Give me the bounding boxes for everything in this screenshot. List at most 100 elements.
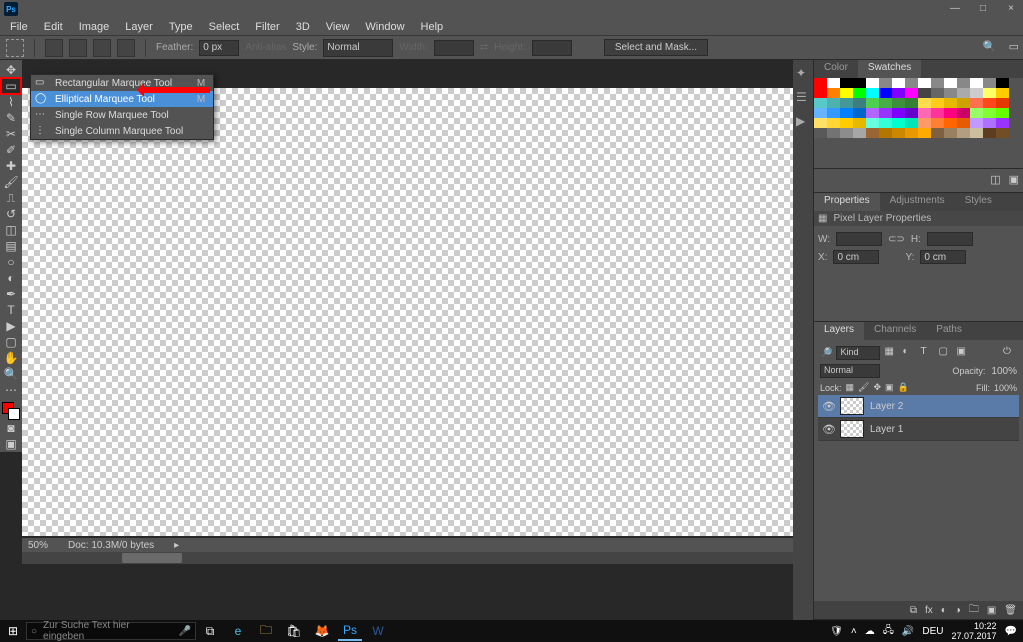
tray-chevron-up-icon[interactable]: ˄ <box>851 626 857 637</box>
delete-layer-icon[interactable]: 🗑 <box>1004 605 1017 616</box>
swatch[interactable] <box>814 128 827 138</box>
tray-clock[interactable]: 10:22 27.07.2017 <box>952 621 997 641</box>
libraries-icon[interactable]: ◫ <box>990 173 1000 186</box>
eyedropper-tool[interactable]: ✐ <box>1 142 21 158</box>
tab-layers[interactable]: Layers <box>814 322 864 340</box>
new-group-icon[interactable]: 🗀 <box>969 602 979 619</box>
swatch[interactable] <box>918 108 931 118</box>
swatch[interactable] <box>905 108 918 118</box>
lasso-tool[interactable]: ⌇ <box>1 94 21 110</box>
swatch[interactable] <box>944 98 957 108</box>
swatch[interactable] <box>879 78 892 88</box>
swatch[interactable] <box>918 128 931 138</box>
swatch[interactable] <box>970 98 983 108</box>
opacity-value[interactable]: 100% <box>991 366 1017 377</box>
tab-color[interactable]: Color <box>814 60 858 78</box>
tab-styles[interactable]: Styles <box>955 193 1002 211</box>
swatch[interactable] <box>957 108 970 118</box>
tray-language[interactable]: DEU <box>922 626 943 637</box>
flyout-single-column-marquee[interactable]: ⋮ Single Column Marquee Tool <box>31 123 213 139</box>
layer-name[interactable]: Layer 2 <box>870 401 903 412</box>
swatch[interactable] <box>905 78 918 88</box>
swatch[interactable] <box>853 108 866 118</box>
menu-file[interactable]: File <box>2 21 36 33</box>
swatch[interactable] <box>996 118 1009 128</box>
doc-info[interactable]: Doc: 10.3M/0 bytes <box>68 540 154 551</box>
quickmask-tool[interactable]: ◙ <box>1 420 21 436</box>
layer-row[interactable]: 👁 Layer 1 <box>818 418 1019 441</box>
swatch[interactable] <box>840 98 853 108</box>
swatch[interactable] <box>853 118 866 128</box>
history-panel-icon[interactable]: ✦ <box>796 66 810 80</box>
swatch[interactable] <box>866 88 879 98</box>
menu-help[interactable]: Help <box>413 21 452 33</box>
filter-shape-icon[interactable]: ▢ <box>938 346 952 360</box>
visibility-icon[interactable]: 👁 <box>822 423 834 436</box>
new-swatch-icon[interactable]: ▣ <box>1009 173 1019 186</box>
swatch[interactable] <box>957 88 970 98</box>
workspace-icon[interactable]: ▭ <box>1009 40 1019 53</box>
filter-adjust-icon[interactable]: ◐ <box>902 346 916 360</box>
swatch[interactable] <box>840 88 853 98</box>
swatch[interactable] <box>866 98 879 108</box>
new-adjustment-icon[interactable]: ◑ <box>955 605 961 616</box>
taskbar-app-photoshop[interactable]: Ps <box>338 621 362 641</box>
lock-position-icon[interactable]: ✥ <box>873 382 881 393</box>
swatch[interactable] <box>814 88 827 98</box>
swatch[interactable] <box>918 98 931 108</box>
swatch[interactable] <box>931 98 944 108</box>
taskbar-app-explorer[interactable]: 🗀 <box>254 621 278 641</box>
layer-mask-icon[interactable]: ◐ <box>941 605 947 616</box>
selection-new-button[interactable] <box>45 39 63 57</box>
swatch[interactable] <box>853 128 866 138</box>
swatch[interactable] <box>983 78 996 88</box>
selection-subtract-button[interactable] <box>93 39 111 57</box>
swatch[interactable] <box>996 78 1009 88</box>
current-tool-icon[interactable] <box>6 39 24 57</box>
horizontal-scrollbar[interactable] <box>22 552 807 564</box>
search-icon[interactable]: 🔍 <box>983 40 997 53</box>
lock-transparent-icon[interactable]: ▦ <box>846 382 855 393</box>
height-input[interactable] <box>927 232 973 246</box>
flyout-elliptical-marquee[interactable]: ◯ Elliptical Marquee Tool M <box>31 91 213 107</box>
swatch[interactable] <box>970 108 983 118</box>
flyout-single-row-marquee[interactable]: ⋯ Single Row Marquee Tool <box>31 107 213 123</box>
swatch[interactable] <box>970 88 983 98</box>
swatch[interactable] <box>944 88 957 98</box>
x-input[interactable] <box>833 250 879 264</box>
swatch[interactable] <box>957 128 970 138</box>
style-dropdown[interactable]: Normal <box>323 39 393 57</box>
swatch[interactable] <box>840 108 853 118</box>
swatch[interactable] <box>866 128 879 138</box>
swatches-grid[interactable] <box>814 78 1014 168</box>
task-view-button[interactable]: ⧉ <box>198 621 222 641</box>
zoom-level[interactable]: 50% <box>28 540 48 551</box>
swatch[interactable] <box>983 98 996 108</box>
swatch[interactable] <box>840 128 853 138</box>
link-layers-icon[interactable]: ⧉ <box>910 605 917 616</box>
filter-smart-icon[interactable]: ▣ <box>956 346 970 360</box>
background-color[interactable] <box>8 408 20 420</box>
menu-type[interactable]: Type <box>161 21 201 33</box>
swatch[interactable] <box>879 118 892 128</box>
quick-select-tool[interactable]: ✎ <box>1 110 21 126</box>
swatch[interactable] <box>827 108 840 118</box>
fill-value[interactable]: 100% <box>994 383 1017 393</box>
swatch[interactable] <box>996 88 1009 98</box>
canvas[interactable] <box>22 88 807 536</box>
swatch[interactable] <box>918 88 931 98</box>
blur-tool[interactable]: ○ <box>1 254 21 270</box>
swatch[interactable] <box>866 118 879 128</box>
link-wh-icon[interactable]: ⊂⊃ <box>888 234 905 245</box>
swatch[interactable] <box>814 108 827 118</box>
shape-tool[interactable]: ▢ <box>1 334 21 350</box>
tab-properties[interactable]: Properties <box>814 193 880 211</box>
swatch[interactable] <box>905 128 918 138</box>
filter-kind-dropdown[interactable]: Kind <box>836 346 880 360</box>
swatch[interactable] <box>892 108 905 118</box>
swatch[interactable] <box>957 98 970 108</box>
window-maximize-button[interactable]: □ <box>975 3 991 15</box>
stamp-tool[interactable]: ⎍ <box>1 190 21 206</box>
swatch[interactable] <box>879 128 892 138</box>
hand-tool[interactable]: ✋ <box>1 350 21 366</box>
